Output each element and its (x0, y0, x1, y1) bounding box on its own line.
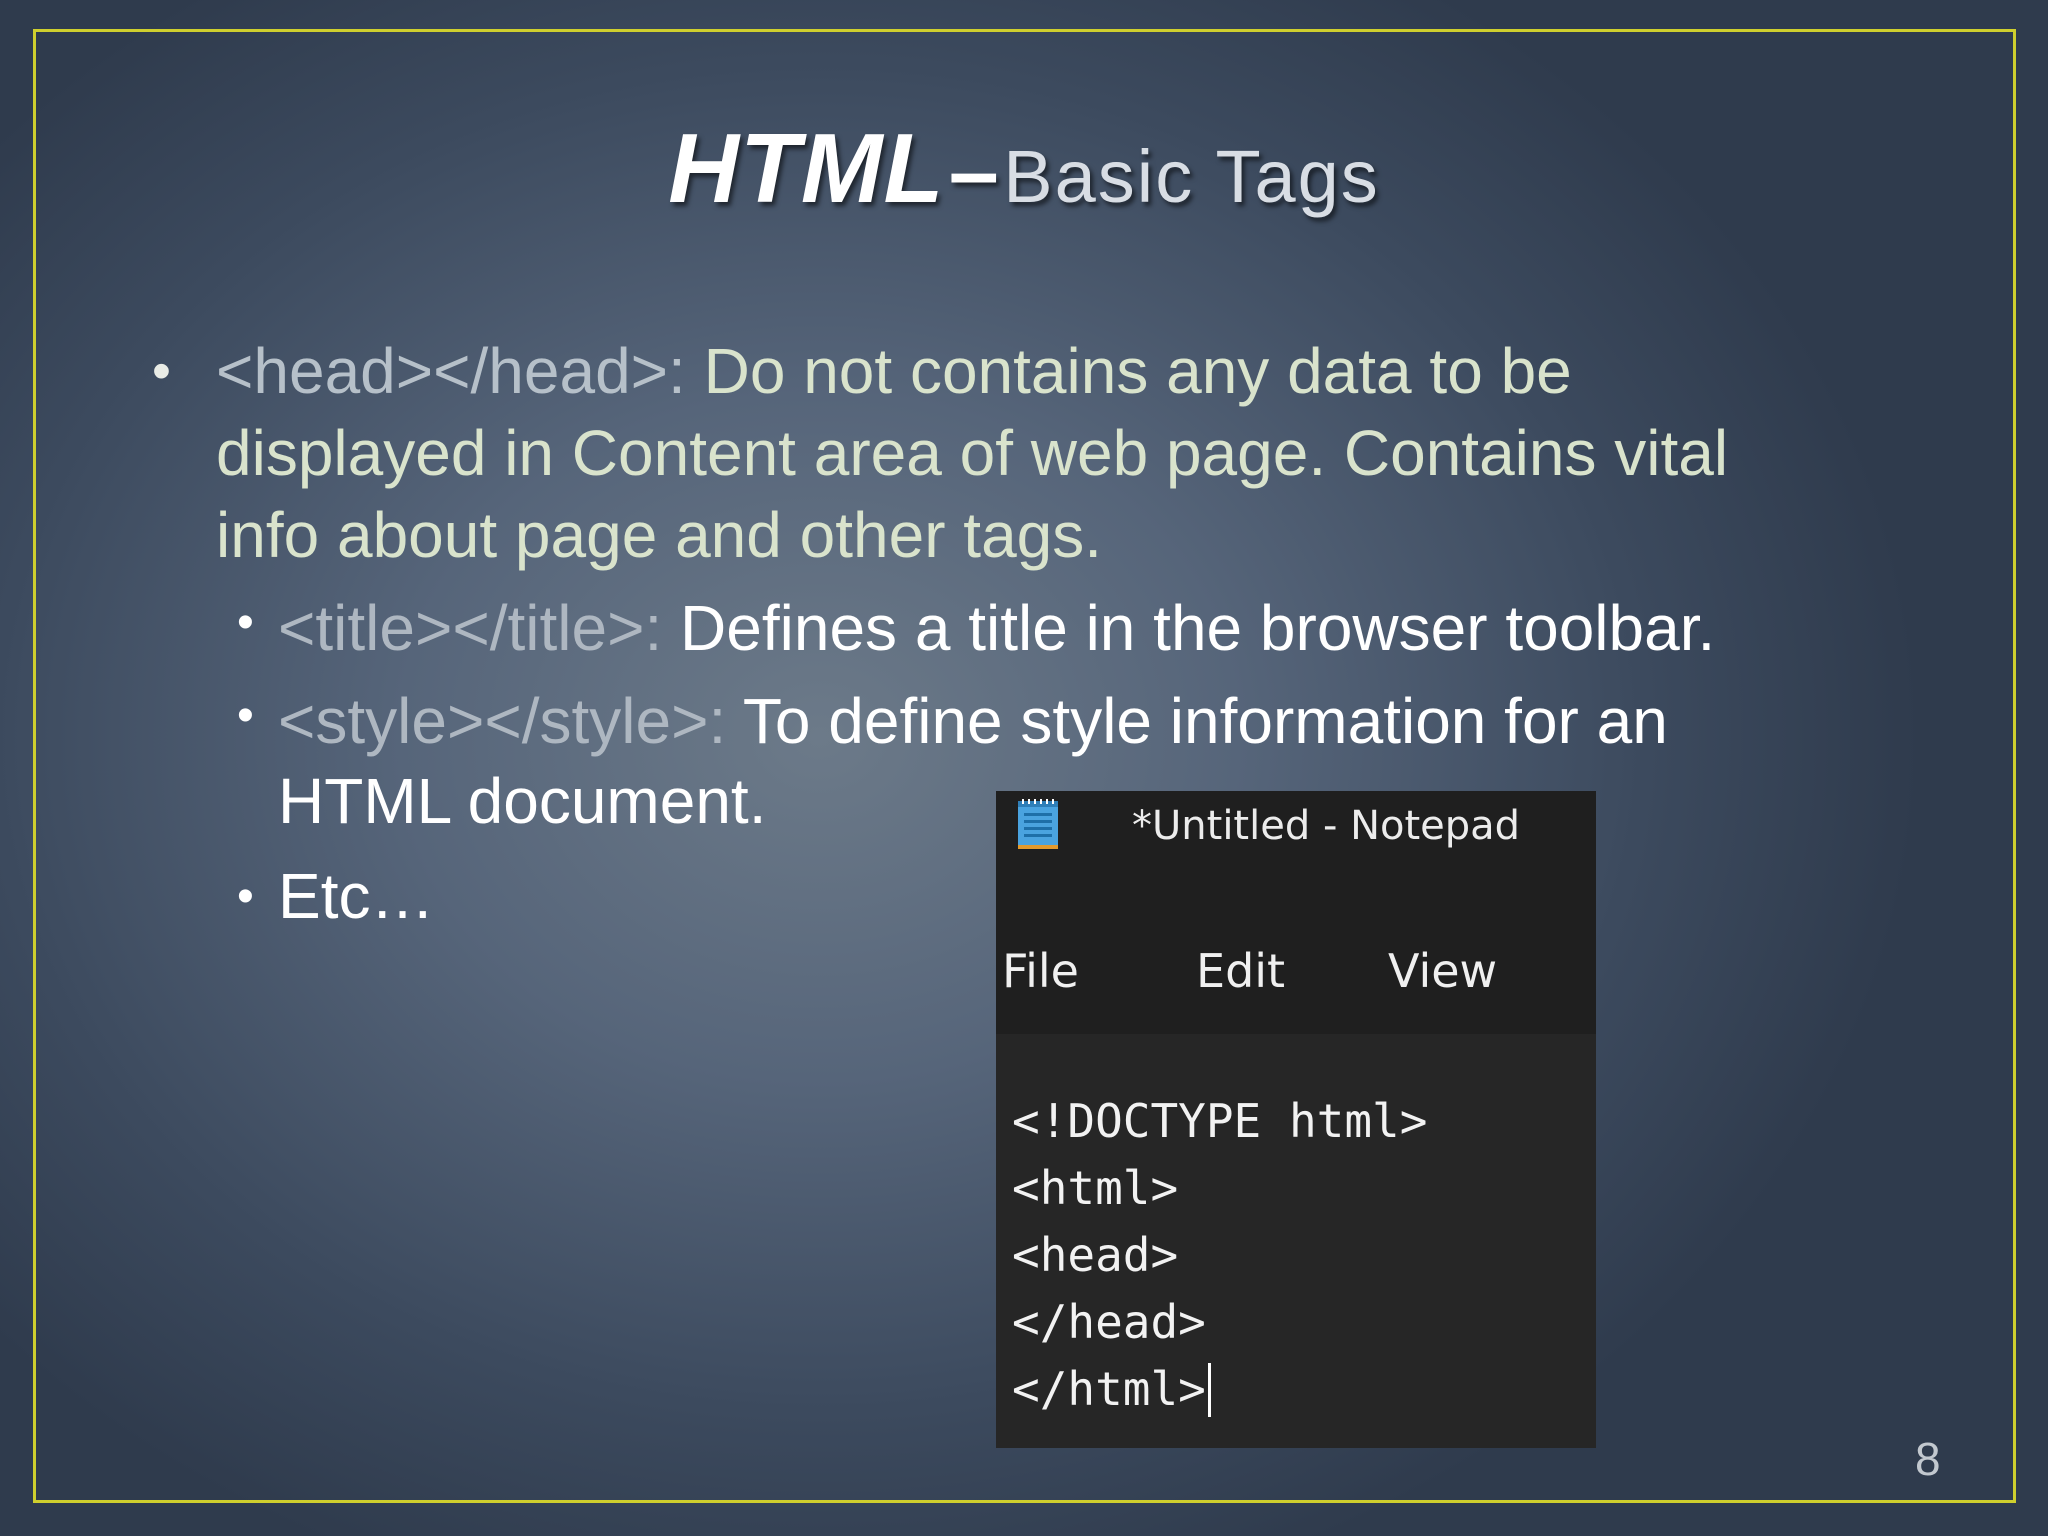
notepad-icon (1018, 799, 1058, 849)
code-line: <head> (1012, 1228, 1179, 1282)
bullet-head-line-2: displayed in Content area of web page. C… (216, 417, 1729, 489)
bullet-etc: Etc… (278, 860, 435, 932)
menu-view[interactable]: View (1388, 944, 1497, 998)
style-tag: <style></style>: (278, 685, 727, 757)
bullet-style-line-1: <style></style>: To define style informa… (278, 681, 1668, 761)
notepad-window: *Untitled - Notepad File Edit View <!DOC… (996, 791, 1596, 1448)
menu-file[interactable]: File (1002, 944, 1079, 998)
title-tag: <title></title>: (278, 592, 663, 664)
notepad-text-area[interactable]: <!DOCTYPE html> <html> <head> </head> </… (996, 1034, 1596, 1448)
title-desc: Defines a title in the browser toolbar. (680, 592, 1716, 664)
bullet-head-line-1: <head></head>: Do not contains any data … (216, 330, 1728, 412)
bullet-head-line-3: info about page and other tags. (216, 499, 1103, 571)
title-main: HTML (668, 113, 945, 223)
code-line: </head> (1012, 1295, 1206, 1349)
code-line-text: </html> (1012, 1362, 1206, 1416)
title-dash: – (948, 122, 999, 222)
code-line: <html> (1012, 1161, 1179, 1215)
notepad-titlebar: *Untitled - Notepad (996, 791, 1596, 906)
head-tag: <head></head>: (216, 335, 686, 407)
head-desc-1: Do not contains any data to be (703, 335, 1572, 407)
code-line: <!DOCTYPE html> (1012, 1094, 1428, 1148)
title-subtitle: Basic Tags (1003, 135, 1380, 218)
bullet-marker: • (237, 689, 254, 742)
notepad-menubar: File Edit View (996, 906, 1596, 1034)
style-desc-1: To define style information for an (742, 685, 1668, 757)
bullet-marker: • (237, 596, 254, 649)
slide: HTML – Basic Tags • <head></head>: Do no… (0, 0, 2048, 1536)
bullet-head: <head></head>: Do not contains any data … (216, 330, 1728, 576)
code-line-last: </html> (1012, 1362, 1211, 1417)
text-caret (1207, 1363, 1211, 1417)
bullet-marker: • (237, 870, 254, 923)
page-number: 8 (1915, 1433, 1941, 1485)
bullet-marker: • (152, 341, 171, 401)
slide-title: HTML – Basic Tags (0, 112, 2048, 225)
menu-edit[interactable]: Edit (1196, 944, 1285, 998)
bullet-title: <title></title>: Defines a title in the … (278, 588, 1715, 668)
notepad-window-title: *Untitled - Notepad (1132, 803, 1521, 849)
